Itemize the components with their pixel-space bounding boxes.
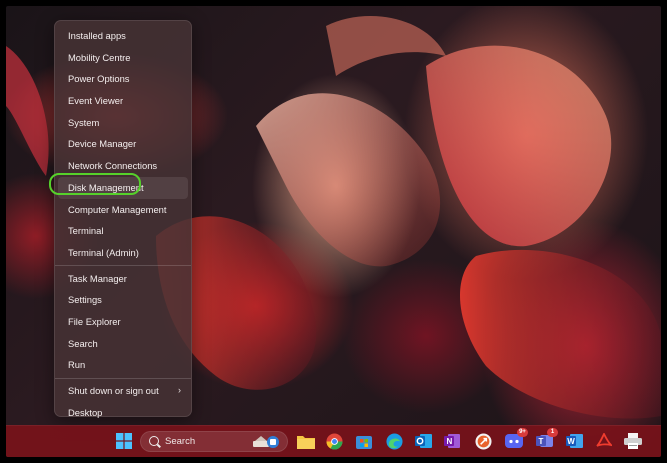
menu-item-device-manager[interactable]: Device Manager <box>58 133 188 155</box>
menu-item-disk-management[interactable]: Disk Management <box>58 176 188 199</box>
menu-divider <box>55 377 191 379</box>
svg-text:N: N <box>447 437 453 446</box>
pdf-icon[interactable] <box>594 431 614 451</box>
ribbon-shape <box>6 46 49 176</box>
chrome-icon[interactable] <box>324 431 344 451</box>
menu-item-computer-management[interactable]: Computer Management <box>58 199 188 221</box>
menu-item-settings[interactable]: Settings <box>58 289 188 311</box>
printer-icon[interactable] <box>623 431 643 451</box>
menu-item-run[interactable]: Run <box>58 354 188 376</box>
taskbar-search-box[interactable]: Search <box>140 431 288 452</box>
menu-item-power-options[interactable]: Power Options <box>58 68 188 90</box>
ribbon-shape <box>256 93 441 267</box>
menu-item-shut-down[interactable]: Shut down or sign out › <box>58 380 188 402</box>
notification-badge: 1 <box>547 428 558 437</box>
menu-item-search[interactable]: Search <box>58 333 188 355</box>
search-label: Search <box>165 436 196 447</box>
remote-icon[interactable] <box>473 431 493 451</box>
word-icon[interactable]: W <box>564 431 584 451</box>
menu-item-task-manager[interactable]: Task Manager <box>58 268 188 290</box>
taskbar: Search N 9+ T 1 W <box>6 425 661 457</box>
file-explorer-icon[interactable] <box>296 431 316 451</box>
teams-icon[interactable]: T 1 <box>534 428 558 451</box>
menu-item-desktop[interactable]: Desktop <box>58 402 188 424</box>
menu-item-installed-apps[interactable]: Installed apps <box>58 25 188 47</box>
svg-text:W: W <box>567 437 575 446</box>
search-icon <box>149 436 159 446</box>
menu-item-mobility-centre[interactable]: Mobility Centre <box>58 47 188 69</box>
svg-text:T: T <box>538 437 543 446</box>
desktop-screen: Installed apps Mobility Centre Power Opt… <box>6 6 661 457</box>
discord-icon[interactable]: 9+ <box>504 428 528 451</box>
outlook-icon[interactable] <box>413 431 433 451</box>
menu-item-file-explorer[interactable]: File Explorer <box>58 311 188 333</box>
search-highlight-icon <box>253 436 279 448</box>
menu-item-terminal[interactable]: Terminal <box>58 220 188 242</box>
edge-icon[interactable] <box>384 431 404 451</box>
store-icon[interactable] <box>354 431 374 451</box>
menu-item-network-connections[interactable]: Network Connections <box>58 155 188 177</box>
menu-divider <box>55 265 191 267</box>
winx-context-menu: Installed apps Mobility Centre Power Opt… <box>54 20 192 418</box>
onenote-icon[interactable]: N <box>442 431 462 451</box>
menu-item-terminal-admin[interactable]: Terminal (Admin) <box>58 242 188 264</box>
chevron-right-icon: › <box>178 385 181 395</box>
ribbon-shape <box>426 45 612 247</box>
menu-item-event-viewer[interactable]: Event Viewer <box>58 90 188 112</box>
menu-item-system[interactable]: System <box>58 112 188 134</box>
menu-item-label: Shut down or sign out <box>68 385 159 396</box>
windows-start-icon[interactable] <box>114 431 134 451</box>
ribbon-shape <box>459 249 661 419</box>
notification-badge: 9+ <box>517 428 528 437</box>
